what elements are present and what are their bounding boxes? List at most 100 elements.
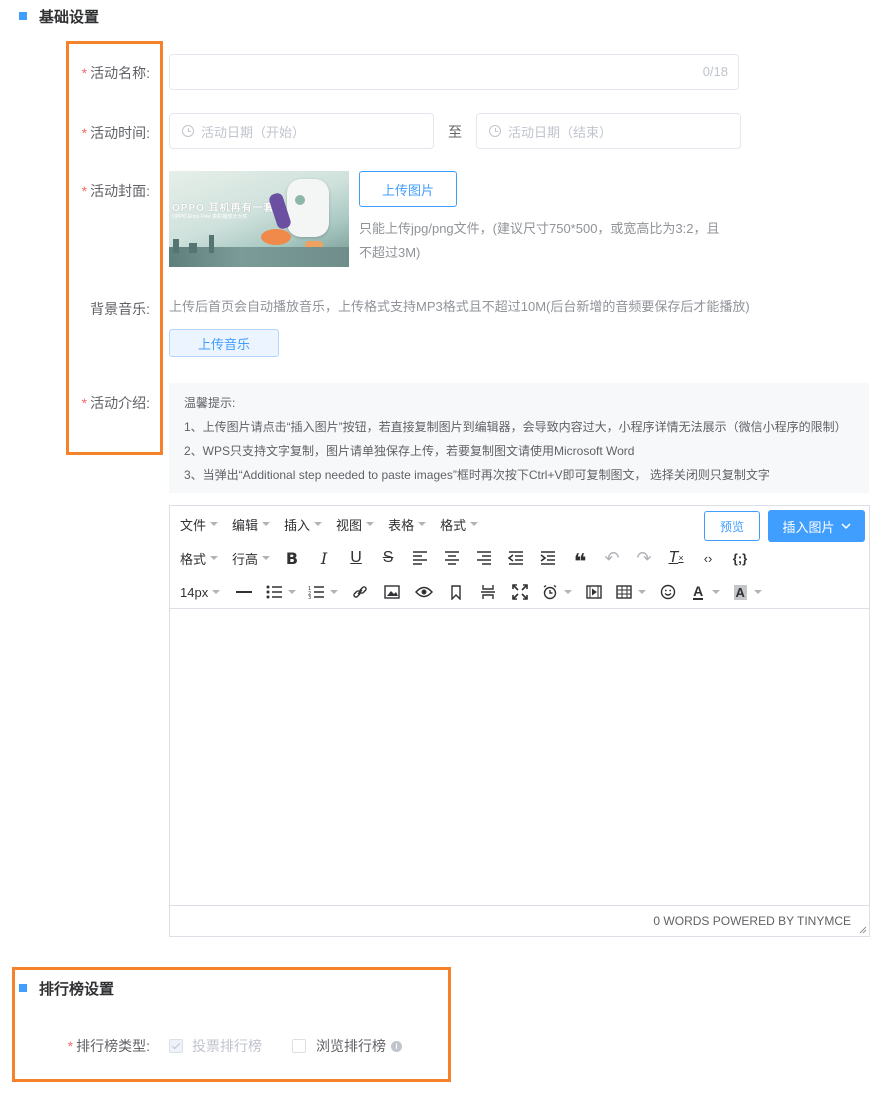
- menu-table[interactable]: 表格: [388, 515, 427, 534]
- editor-menubar: 文件 编辑 插入 视图 表格 格式: [170, 507, 869, 541]
- tips-box: 温馨提示: 1、上传图片请点击“插入图片”按钮，若直接复制图片到编辑器，会导致内…: [169, 383, 869, 493]
- format-dropdown[interactable]: 格式: [180, 549, 219, 568]
- editor-statusbar: 0 WORDS POWERED BY TINYMCE: [170, 905, 869, 936]
- insert-image-button[interactable]: 插入图片: [768, 510, 865, 542]
- tip-item: 1、上传图片请点击“插入图片”按钮，若直接复制图片到编辑器，会导致内容过大，小程…: [184, 420, 847, 434]
- cover-image-subtext: OPPO Enco Free 真机播放计大奖: [172, 214, 248, 220]
- fullscreen-icon[interactable]: [504, 578, 536, 606]
- svg-text:3: 3: [308, 595, 311, 599]
- cover-image-text: OPPO 耳机再有一套: [172, 203, 275, 214]
- menu-edit[interactable]: 编辑: [232, 515, 271, 534]
- media-icon[interactable]: [578, 578, 610, 606]
- editor-toolbar-row2: 格式 行高 B I U S ❝ ↶ ↷ T × ‹› {;}: [170, 541, 869, 575]
- indent-icon[interactable]: [532, 544, 564, 572]
- activity-name-label: * 活动名称:: [81, 65, 150, 81]
- bullet-list-icon[interactable]: [260, 578, 288, 606]
- redo-icon[interactable]: ↷: [628, 544, 660, 572]
- menu-view[interactable]: 视图: [336, 515, 375, 534]
- bold-icon[interactable]: B: [276, 544, 308, 572]
- clear-format-icon[interactable]: T ×: [660, 544, 692, 572]
- building-shape: [173, 239, 179, 253]
- view-ranking-checkbox[interactable]: [292, 1039, 306, 1053]
- upload-image-button[interactable]: 上传图片: [359, 171, 457, 207]
- earbud-shape: [295, 195, 305, 205]
- background-color-icon[interactable]: A: [726, 578, 754, 606]
- tip-item: 2、WPS只支持文字复制，图片请单独保存上传，若要复制图文请使用Microsof…: [184, 444, 635, 458]
- tips-title: 温馨提示:: [184, 396, 236, 410]
- line-height-dropdown[interactable]: 行高: [232, 549, 271, 568]
- ranking-option-vote[interactable]: 投票排行榜: [169, 1036, 262, 1056]
- chevron-down-icon: [840, 523, 851, 530]
- activity-name-input[interactable]: 0/18: [169, 54, 739, 90]
- start-date-picker[interactable]: 活动日期（开始）: [169, 113, 434, 149]
- activity-time-label: * 活动时间:: [81, 125, 150, 141]
- align-center-icon[interactable]: [436, 544, 468, 572]
- activity-intro-label: * 活动介绍:: [81, 395, 150, 411]
- menu-file[interactable]: 文件: [180, 515, 219, 534]
- align-right-icon[interactable]: [468, 544, 500, 572]
- section-title: 基础设置: [39, 8, 100, 26]
- chevron-down-icon[interactable]: [564, 590, 573, 594]
- font-size-dropdown[interactable]: 14px: [180, 585, 221, 600]
- blockquote-icon[interactable]: ❝: [564, 544, 596, 574]
- emoji-icon[interactable]: [652, 578, 684, 606]
- align-left-icon[interactable]: [404, 544, 436, 572]
- section-marker-icon: [19, 984, 27, 992]
- menu-insert[interactable]: 插入: [284, 515, 323, 534]
- menu-format[interactable]: 格式: [440, 515, 479, 534]
- preview-eye-icon[interactable]: [408, 578, 440, 606]
- orange-disc-shape: [261, 229, 291, 245]
- info-icon[interactable]: i: [391, 1040, 402, 1052]
- tip-item: 3、当弹出“Additional step needed to paste im…: [184, 468, 770, 482]
- numbered-list-icon[interactable]: 123: [302, 578, 330, 606]
- rich-text-editor: 文件 编辑 插入 视图 表格 格式 预览 插入图片 格式 行高 B I U S …: [169, 505, 870, 937]
- bookmark-icon[interactable]: [440, 578, 472, 606]
- vote-ranking-checkbox[interactable]: [169, 1039, 183, 1053]
- section-title: 排行榜设置: [39, 980, 115, 998]
- alarm-clock-icon[interactable]: [536, 578, 564, 606]
- ranking-type-label: * 排行榜类型:: [67, 1038, 150, 1054]
- code-sample-icon[interactable]: {;}: [724, 544, 756, 572]
- char-counter: 0/18: [702, 64, 728, 79]
- strikethrough-icon[interactable]: S: [372, 544, 404, 572]
- section-marker-icon: [19, 12, 27, 20]
- chevron-down-icon[interactable]: [288, 590, 297, 594]
- chevron-down-icon[interactable]: [712, 590, 721, 594]
- undo-icon[interactable]: ↶: [596, 544, 628, 572]
- building-shape: [189, 243, 197, 253]
- word-count-status: 0 WORDS POWERED BY TINYMCE: [653, 914, 851, 928]
- earbuds-case-shape: [287, 179, 329, 237]
- editor-content-area[interactable]: [170, 609, 869, 905]
- outdent-icon[interactable]: [500, 544, 532, 572]
- link-icon[interactable]: [344, 578, 376, 606]
- view-ranking-label: 浏览排行榜: [316, 1038, 386, 1054]
- clock-icon: [489, 125, 501, 137]
- chevron-down-icon[interactable]: [754, 590, 763, 594]
- vote-ranking-label: 投票排行榜: [192, 1038, 262, 1054]
- underline-icon[interactable]: U: [340, 544, 372, 572]
- text-color-icon[interactable]: A: [684, 578, 712, 606]
- editor-toolbar-row3: 14px 123 A A: [170, 575, 869, 609]
- background-music-label: 背景音乐:: [90, 301, 150, 317]
- italic-icon[interactable]: I: [308, 544, 340, 572]
- upload-music-button[interactable]: 上传音乐: [169, 329, 279, 357]
- chevron-down-icon[interactable]: [330, 590, 339, 594]
- horizontal-rule-icon[interactable]: [228, 578, 260, 606]
- ranking-option-view[interactable]: 浏览排行榜 i: [292, 1036, 402, 1056]
- basic-settings-header: 基础设置: [19, 6, 99, 26]
- end-date-picker[interactable]: 活动日期（结束）: [476, 113, 741, 149]
- activity-cover-label: * 活动封面:: [81, 183, 150, 199]
- page-break-icon[interactable]: [472, 578, 504, 606]
- resize-handle-icon[interactable]: [859, 926, 867, 934]
- ranking-settings-header: 排行榜设置: [19, 978, 114, 998]
- building-shape: [209, 235, 214, 253]
- image-icon[interactable]: [376, 578, 408, 606]
- end-date-placeholder: 活动日期（结束）: [508, 124, 613, 140]
- cover-hint: 只能上传jpg/png文件，(建议尺寸750*500，或宽高比为3:2，且 不超…: [359, 221, 720, 260]
- chevron-down-icon[interactable]: [638, 590, 647, 594]
- table-icon[interactable]: [610, 578, 638, 606]
- code-icon[interactable]: ‹›: [692, 544, 724, 572]
- preview-button[interactable]: 预览: [704, 511, 760, 541]
- start-date-placeholder: 活动日期（开始）: [201, 124, 306, 140]
- date-separator: 至: [448, 124, 462, 140]
